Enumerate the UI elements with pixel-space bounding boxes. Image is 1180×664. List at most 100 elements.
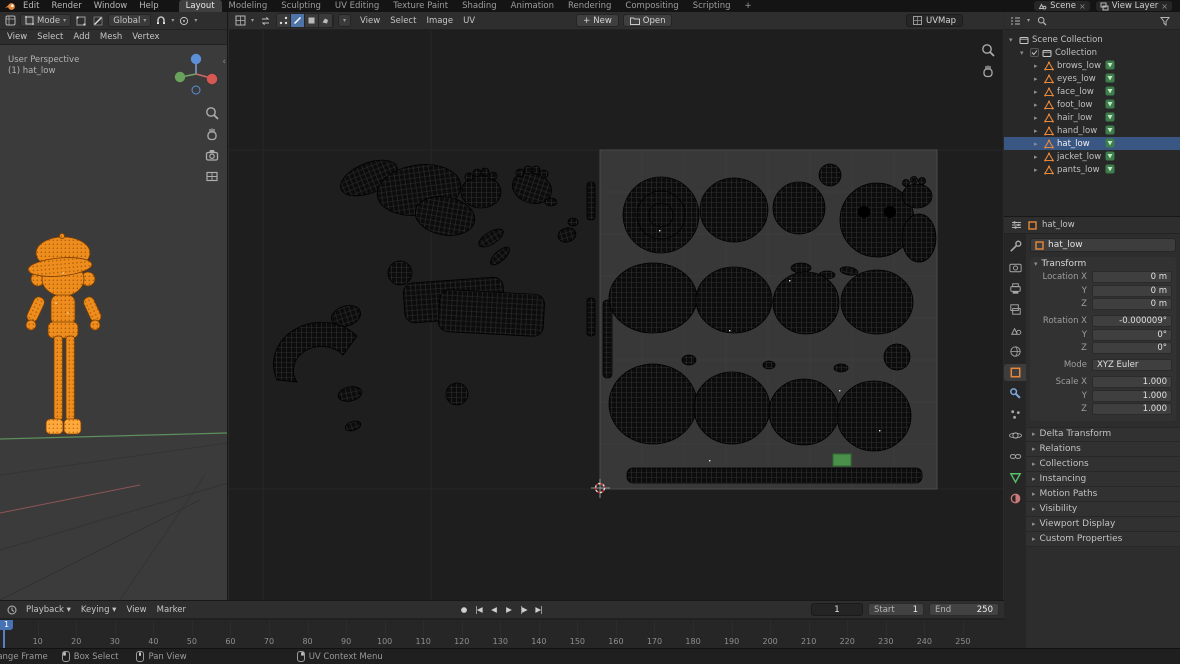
properties-tab-object[interactable] — [1004, 364, 1026, 381]
uv-edge-select-icon[interactable] — [291, 14, 305, 27]
editor-type-icon[interactable] — [1008, 14, 1022, 27]
workspace-tab-compositing[interactable]: Compositing — [618, 0, 685, 12]
workspace-tab-plus[interactable]: + — [738, 0, 759, 12]
viewport-canvas[interactable]: User Perspective (1) hat_low ‹ — [0, 45, 227, 600]
outliner-item-hand-low[interactable]: ▸hand_low — [1004, 124, 1180, 137]
properties-tab-modifiers[interactable] — [1004, 385, 1026, 402]
record-button[interactable]: ● — [457, 603, 470, 616]
field-location-x[interactable]: 0 m — [1092, 271, 1172, 283]
outliner-item-brows-low[interactable]: ▸brows_low — [1004, 59, 1180, 72]
editor-type-icon[interactable] — [1009, 219, 1023, 232]
jump-last-button[interactable]: ▶| — [532, 603, 545, 616]
uv-menu-uv[interactable]: UV — [458, 16, 480, 26]
panel-motion-paths[interactable]: ▸Motion Paths — [1026, 487, 1180, 502]
expand-arrow[interactable]: ▸ — [1034, 114, 1041, 122]
workspace-tab-sculpting[interactable]: Sculpting — [274, 0, 328, 12]
view-layer-selector[interactable]: View Layer × — [1096, 1, 1172, 11]
viewport-menu-add[interactable]: Add — [68, 32, 94, 42]
expand-arrow[interactable]: ▸ — [1034, 153, 1041, 161]
expand-arrow[interactable]: ▸ — [1034, 75, 1041, 83]
perspective-toggle-icon[interactable] — [204, 168, 220, 184]
transform-orientation-dropdown[interactable]: Global ▾ — [108, 14, 151, 27]
expand-arrow[interactable]: ▸ — [1034, 140, 1041, 148]
expand-arrow[interactable]: ▾ — [1009, 36, 1016, 44]
panel-instancing[interactable]: ▸Instancing — [1026, 472, 1180, 487]
uv-sync-selection-icon[interactable] — [258, 14, 272, 27]
play-forward-button[interactable]: ▶ — [502, 603, 515, 616]
menu-help[interactable]: Help — [133, 0, 164, 12]
panel-relations[interactable]: ▸Relations — [1026, 442, 1180, 457]
region-collapse-icon[interactable]: ‹ — [222, 57, 226, 67]
field-y[interactable]: 1.000 — [1092, 390, 1172, 402]
field-mode[interactable]: XYZ Euler — [1092, 359, 1172, 371]
workspace-tab-rendering[interactable]: Rendering — [561, 0, 618, 12]
expand-arrow[interactable]: ▸ — [1034, 166, 1041, 174]
outliner-item-eyes-low[interactable]: ▸eyes_low — [1004, 72, 1180, 85]
properties-tab-output[interactable] — [1004, 280, 1026, 297]
move-view-hand-icon[interactable] — [204, 126, 220, 142]
properties-tab-physics[interactable] — [1004, 427, 1026, 444]
camera-view-icon[interactable] — [204, 147, 220, 163]
properties-tab-object-data[interactable] — [1004, 469, 1026, 486]
field-scale-x[interactable]: 1.000 — [1092, 376, 1172, 388]
view-layer-unlink-icon[interactable]: × — [1161, 2, 1168, 11]
editor-type-icon[interactable] — [3, 14, 17, 27]
outliner-scene-collection[interactable]: ▾ Scene Collection — [1004, 33, 1180, 46]
panel-custom-properties[interactable]: ▸Custom Properties — [1026, 532, 1180, 547]
properties-tab-view-layer[interactable] — [1004, 301, 1026, 318]
menu-window[interactable]: Window — [88, 0, 134, 12]
expand-arrow[interactable]: ▸ — [1034, 88, 1041, 96]
outliner-item-pants-low[interactable]: ▸pants_low — [1004, 163, 1180, 176]
properties-tab-particles[interactable] — [1004, 406, 1026, 423]
blender-logo-icon[interactable] — [3, 1, 17, 11]
playhead-frame-badge[interactable]: 1 — [0, 620, 13, 630]
field-y[interactable]: 0° — [1092, 329, 1172, 341]
axis-z-ball[interactable] — [191, 54, 201, 64]
outliner-item-hat-low[interactable]: ▸hat_low — [1004, 137, 1180, 150]
new-image-button[interactable]: + New — [576, 14, 619, 27]
uv-menu-select[interactable]: Select — [385, 16, 421, 26]
uv-map-selector[interactable]: UVMap — [906, 14, 963, 27]
properties-tab-render[interactable] — [1004, 259, 1026, 276]
vertex-select-icon[interactable] — [74, 14, 88, 27]
uv-vertex-select-icon[interactable] — [277, 14, 291, 27]
zoom-icon[interactable] — [980, 42, 996, 58]
jump-first-button[interactable]: |◀ — [472, 603, 485, 616]
timeline-menu-marker[interactable]: Marker — [152, 605, 191, 615]
outliner-item-hair-low[interactable]: ▸hair_low — [1004, 111, 1180, 124]
outliner-item-jacket-low[interactable]: ▸jacket_low — [1004, 150, 1180, 163]
current-frame-field[interactable]: 1 — [811, 603, 863, 616]
play-reverse-button[interactable]: ◀ — [487, 603, 500, 616]
filter-funnel-icon[interactable] — [1158, 14, 1172, 27]
uv-island-select-icon[interactable] — [319, 14, 333, 27]
panel-visibility[interactable]: ▸Visibility — [1026, 502, 1180, 517]
menu-render[interactable]: Render — [45, 0, 87, 12]
zoom-icon[interactable] — [204, 105, 220, 121]
expand-arrow[interactable]: ▾ — [1020, 49, 1027, 57]
editor-type-icon[interactable] — [5, 603, 19, 616]
transform-panel-header[interactable]: ▾ Transform — [1030, 257, 1176, 271]
properties-tab-material[interactable] — [1004, 490, 1026, 507]
timeline-menu-view[interactable]: View — [121, 605, 151, 615]
search-icon[interactable] — [1035, 14, 1049, 27]
axis-x-ball[interactable] — [207, 74, 217, 84]
navigation-gizmo[interactable] — [173, 51, 219, 97]
workspace-tab-uv-editing[interactable]: UV Editing — [328, 0, 386, 12]
edge-select-icon[interactable] — [91, 14, 105, 27]
chevron-down-icon[interactable]: ▾ — [171, 17, 174, 24]
uv-menu-image[interactable]: Image — [421, 16, 458, 26]
menu-edit[interactable]: Edit — [17, 0, 45, 12]
axis-z-neg-ball[interactable] — [192, 86, 200, 94]
timeline-menu-keying[interactable]: Keying ▾ — [76, 605, 122, 615]
mode-dropdown[interactable]: Mode ▾ — [20, 14, 71, 27]
field-z[interactable]: 1.000 — [1092, 403, 1172, 415]
checkbox-icon[interactable] — [1030, 48, 1039, 57]
uv-face-select-icon[interactable] — [305, 14, 319, 27]
uv-canvas[interactable] — [229, 30, 1003, 600]
frame-end-field[interactable]: End 250 — [929, 603, 999, 616]
workspace-tab-texture-paint[interactable]: Texture Paint — [386, 0, 455, 12]
properties-tab-scene[interactable] — [1004, 322, 1026, 339]
open-image-button[interactable]: Open — [623, 14, 673, 27]
field-y[interactable]: 0 m — [1092, 285, 1172, 297]
expand-arrow[interactable]: ▸ — [1034, 62, 1041, 70]
